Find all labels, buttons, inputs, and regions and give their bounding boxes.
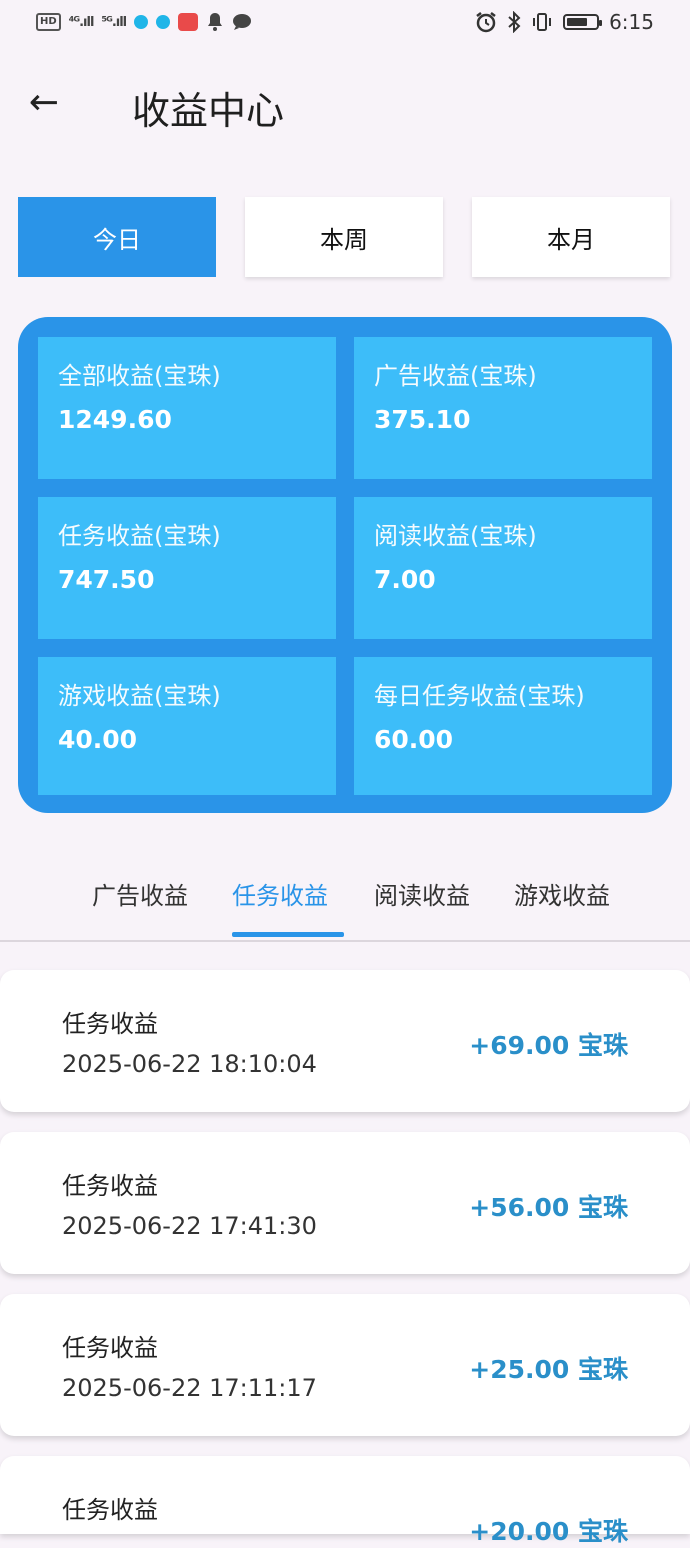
period-tab-label: 今日 [93, 225, 141, 254]
category-tab-bar: 广告收益 任务收益 阅读收益 游戏收益 [0, 860, 690, 942]
tab-reading-earnings[interactable]: 阅读收益 [374, 876, 470, 911]
stat-label: 任务收益(宝珠) [58, 522, 221, 550]
period-tab-today[interactable]: 今日 [18, 197, 216, 277]
status-bar-left: HD ⁴ᴳ.ıll ⁵ᴳ.ıll [36, 12, 252, 32]
stat-label: 阅读收益(宝珠) [374, 522, 537, 550]
back-button[interactable]: ← [24, 81, 64, 123]
page-title: 收益中心 [132, 89, 285, 133]
stat-tile-total: 全部收益(宝珠) 1249.60 [38, 337, 336, 479]
record-time: 2025-06-22 17:41:30 [62, 1212, 317, 1240]
record-title: 任务收益 [62, 1172, 158, 1200]
bluetooth-icon [508, 11, 521, 33]
app-dot-icon [156, 15, 171, 29]
alarm-icon [476, 12, 496, 33]
record-amount: +25.00 宝珠 [469, 1355, 628, 1384]
app-dot-icon [134, 15, 149, 29]
record-title: 任务收益 [62, 1496, 158, 1524]
hd-icon: HD [36, 13, 61, 31]
status-bar-right: 6:15 [475, 10, 654, 34]
stat-value: 60.00 [374, 725, 454, 754]
stat-label: 每日任务收益(宝珠) [374, 682, 585, 710]
stat-value: 1249.60 [58, 405, 172, 434]
stat-label: 游戏收益(宝珠) [58, 682, 221, 710]
list-item[interactable]: 任务收益 2025-06-22 17:11:17 +25.00 宝珠 [0, 1294, 690, 1436]
battery-level [567, 18, 588, 26]
tab-game-earnings[interactable]: 游戏收益 [514, 876, 610, 911]
stat-value: 747.50 [58, 565, 155, 594]
status-bar: HD ⁴ᴳ.ıll ⁵ᴳ.ıll 6:15 [0, 0, 690, 48]
record-title: 任务收益 [62, 1010, 158, 1038]
tab-task-earnings[interactable]: 任务收益 [232, 876, 328, 911]
back-arrow-icon: ← [28, 81, 60, 123]
clock-time: 6:15 [609, 10, 654, 34]
record-title: 任务收益 [62, 1334, 158, 1362]
app-red-icon [178, 13, 199, 31]
record-time: 2025-06-22 18:10:04 [62, 1050, 317, 1078]
record-amount: +69.00 宝珠 [469, 1031, 628, 1060]
stat-tile-ads: 广告收益(宝珠) 375.10 [354, 337, 652, 479]
list-item[interactable]: 任务收益 2025-06-22 17:41:30 +56.00 宝珠 [0, 1132, 690, 1274]
period-tab-label: 本月 [547, 225, 595, 254]
bell-icon [208, 13, 223, 31]
stat-tile-tasks: 任务收益(宝珠) 747.50 [38, 497, 336, 639]
record-time: 2025-06-22 17:11:17 [62, 1374, 317, 1402]
record-amount: +56.00 宝珠 [469, 1193, 628, 1222]
list-item[interactable]: 任务收益 +20.00 宝珠 [0, 1456, 690, 1546]
stat-label: 广告收益(宝珠) [374, 362, 537, 390]
stat-tile-games: 游戏收益(宝珠) 40.00 [38, 657, 336, 795]
stat-value: 40.00 [58, 725, 138, 754]
stat-value: 375.10 [374, 405, 471, 434]
stat-label: 全部收益(宝珠) [58, 362, 221, 390]
tab-ad-earnings[interactable]: 广告收益 [92, 876, 188, 911]
record-amount: +20.00 宝珠 [469, 1517, 628, 1546]
stat-tile-daily-tasks: 每日任务收益(宝珠) 60.00 [354, 657, 652, 795]
period-tab-week[interactable]: 本周 [245, 197, 443, 277]
battery-icon [563, 14, 603, 30]
active-tab-indicator [232, 932, 344, 937]
signal-icon: ⁵ᴳ.ıll [101, 14, 127, 30]
stat-tile-reading: 阅读收益(宝珠) 7.00 [354, 497, 652, 639]
vibrate-icon [533, 13, 552, 31]
stat-value: 7.00 [374, 565, 436, 594]
period-tab-label: 本周 [320, 225, 368, 254]
list-item[interactable]: 任务收益 2025-06-22 18:10:04 +69.00 宝珠 [0, 970, 690, 1112]
chat-icon [233, 14, 252, 30]
earnings-summary-card: 全部收益(宝珠) 1249.60 广告收益(宝珠) 375.10 任务收益(宝珠… [18, 317, 672, 813]
period-tab-month[interactable]: 本月 [472, 197, 670, 277]
signal-icon: ⁴ᴳ.ıll [68, 14, 95, 30]
